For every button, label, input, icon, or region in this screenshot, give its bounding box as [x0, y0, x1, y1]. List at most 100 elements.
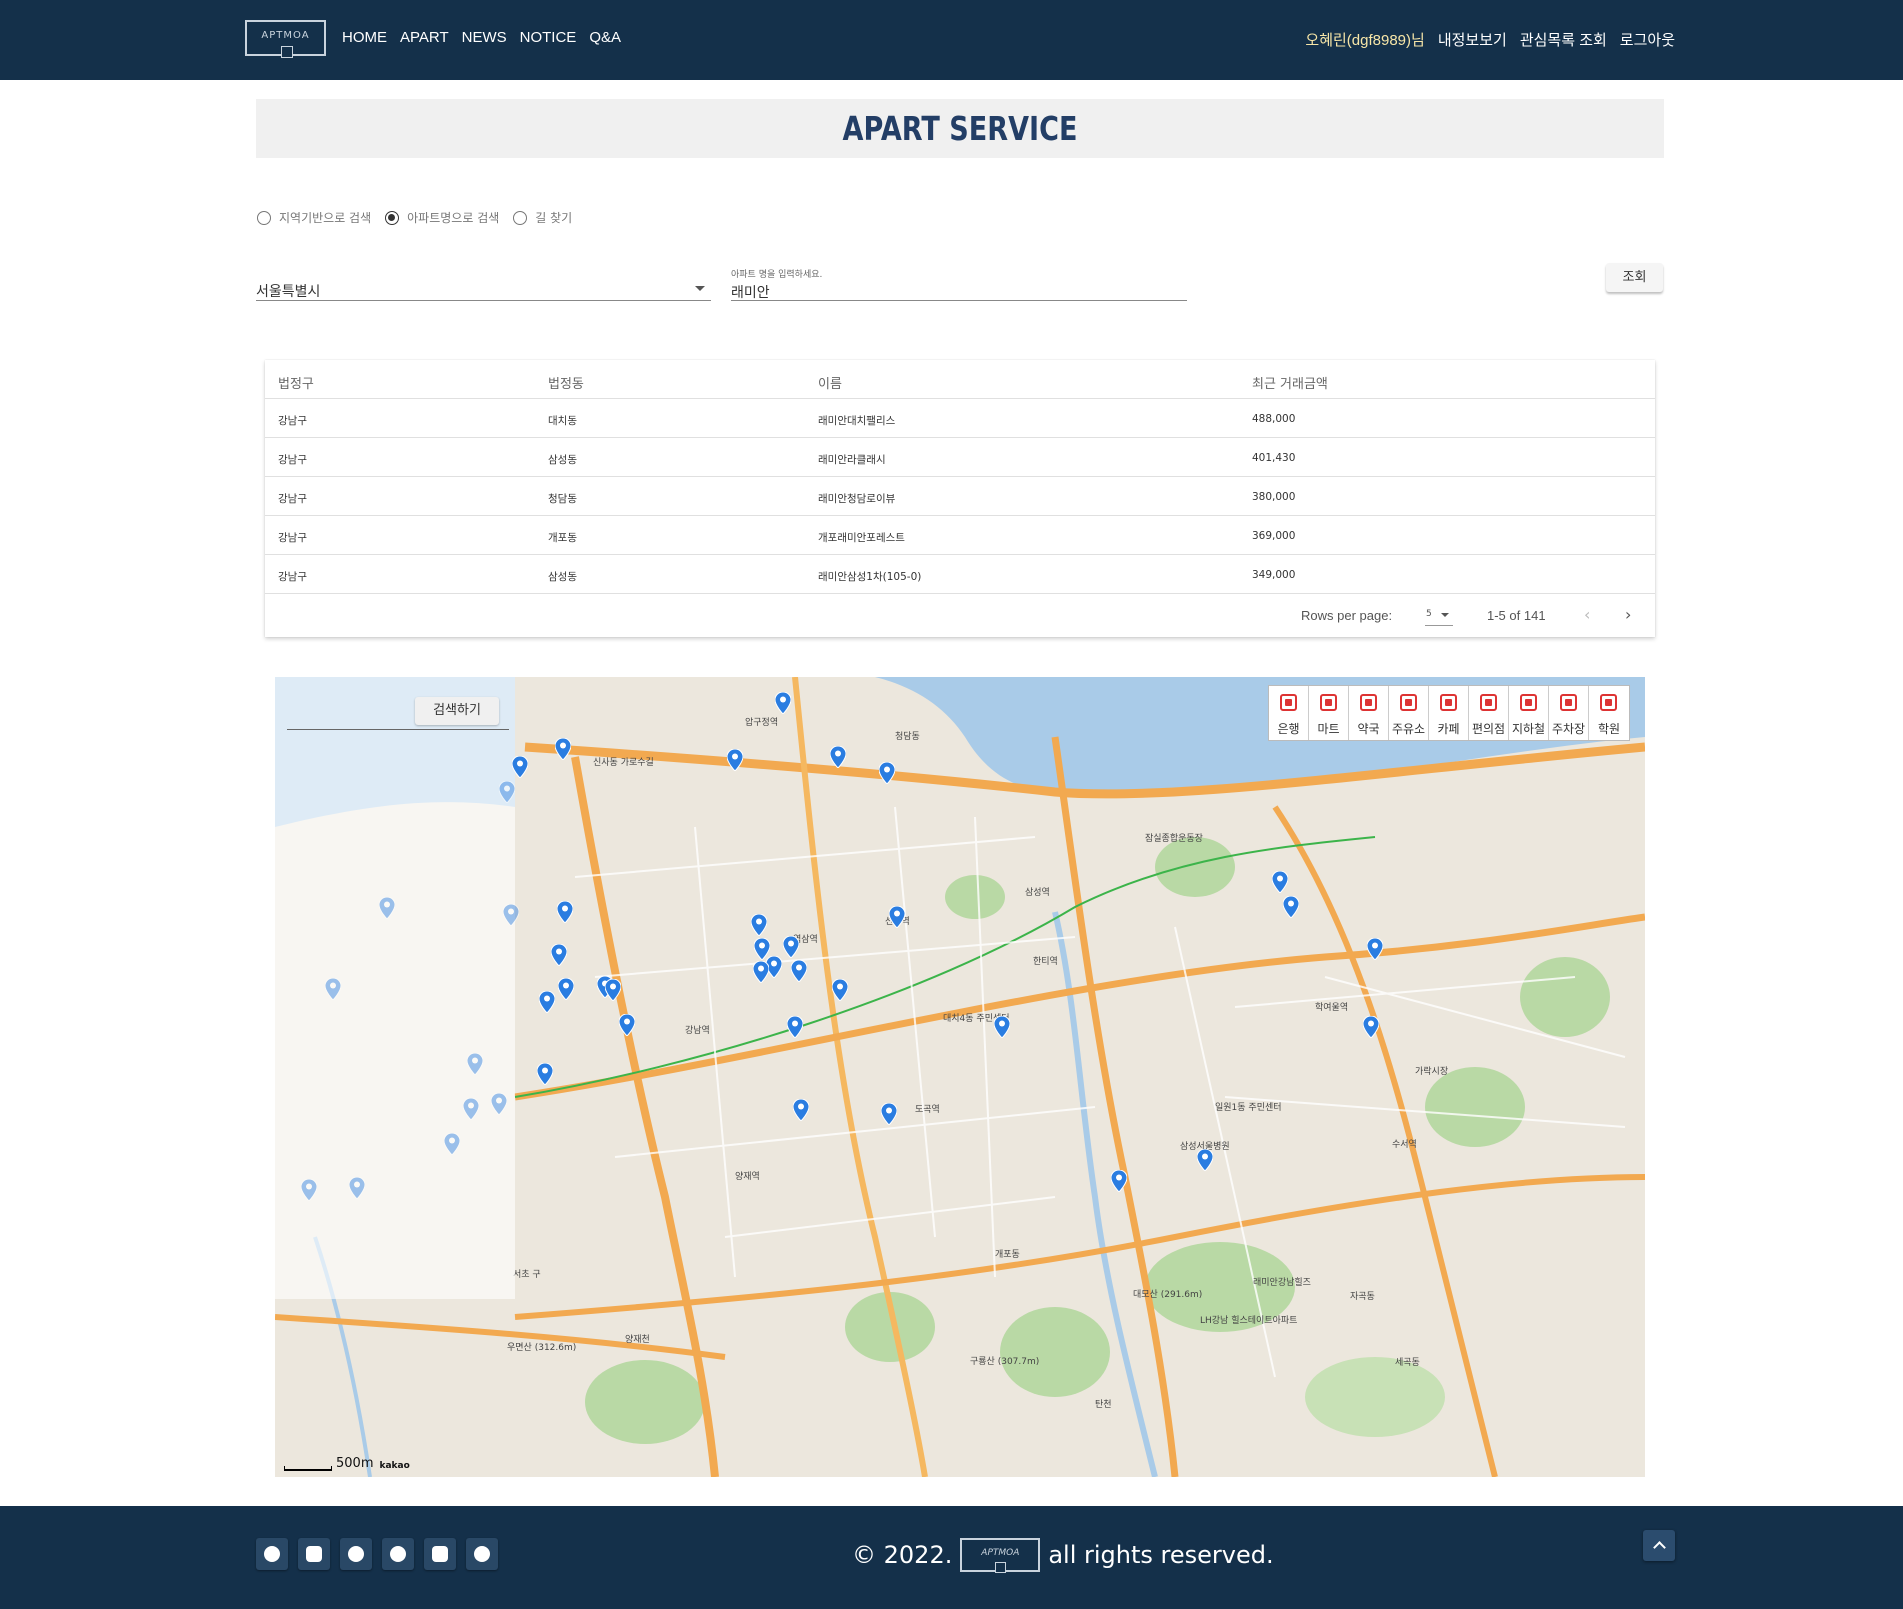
bank-icon: [1280, 694, 1297, 711]
map-search-input[interactable]: [287, 729, 509, 730]
radio-circle-checked[interactable]: [385, 210, 400, 225]
apartment-marker-icon[interactable]: [619, 1014, 635, 1036]
apartment-marker-icon[interactable]: [753, 961, 769, 983]
apartment-marker-icon[interactable]: [889, 906, 905, 928]
apartment-marker-icon[interactable]: [605, 979, 621, 1001]
table-row[interactable]: 강남구 삼성동 래미안라클래시 401,430: [265, 438, 1655, 477]
radio-circle[interactable]: [513, 210, 528, 225]
table-row[interactable]: 강남구 청담동 래미안청담로이뷰 380,000: [265, 477, 1655, 516]
instagram-icon[interactable]: [298, 1538, 330, 1570]
apartment-marker-icon[interactable]: [793, 1099, 809, 1121]
rows-per-page-select[interactable]: 5: [1425, 604, 1453, 626]
my-info-link[interactable]: 내정보보기: [1438, 29, 1507, 50]
apartment-marker-icon[interactable]: [349, 1177, 365, 1199]
cell-name: 개포래미안포레스트: [818, 532, 905, 544]
category-cafe[interactable]: 카페: [1429, 686, 1469, 740]
table-header: 법정구 법정동 이름 최근 거래금액: [265, 360, 1655, 399]
apartment-marker-icon[interactable]: [1111, 1170, 1127, 1192]
apartment-marker-icon[interactable]: [558, 978, 574, 1000]
map-search-button[interactable]: 검색하기: [415, 697, 499, 725]
favorites-link[interactable]: 관심목록 조회: [1520, 29, 1607, 50]
footer-logo-text: APTMOA: [981, 1548, 1020, 1558]
nav-notice[interactable]: NOTICE: [520, 29, 577, 46]
apartment-marker-icon[interactable]: [499, 781, 515, 803]
apartment-marker-icon[interactable]: [727, 749, 743, 771]
category-gas-station[interactable]: 주유소: [1389, 686, 1429, 740]
apartment-marker-icon[interactable]: [783, 936, 799, 958]
category-academy[interactable]: 학원: [1589, 686, 1629, 740]
scroll-to-top-button[interactable]: [1643, 1530, 1675, 1561]
apartment-marker-icon[interactable]: [491, 1093, 507, 1115]
chevron-right-icon[interactable]: ›: [1625, 605, 1631, 624]
apartment-marker-icon[interactable]: [444, 1133, 460, 1155]
category-pharmacy[interactable]: 약국: [1349, 686, 1389, 740]
radio-apt-name-search[interactable]: 아파트명으로 검색: [385, 209, 499, 226]
apartment-marker-icon[interactable]: [787, 1016, 803, 1038]
query-button[interactable]: 조회: [1606, 263, 1663, 292]
category-bank[interactable]: 은행: [1269, 686, 1309, 740]
apartment-marker-icon[interactable]: [503, 904, 519, 926]
kakao-map[interactable]: 은행 마트 약국 주유소 카페 편의점 지하철 주차장 학원 신사동 가로수길 …: [275, 677, 1645, 1477]
column-header-name[interactable]: 이름: [818, 373, 842, 392]
apartment-marker-icon[interactable]: [994, 1016, 1010, 1038]
apartment-marker-icon[interactable]: [539, 991, 555, 1013]
apartment-marker-icon[interactable]: [1272, 871, 1288, 893]
category-mart[interactable]: 마트: [1309, 686, 1349, 740]
site-logo[interactable]: APTMOA: [245, 20, 326, 58]
nav-apart[interactable]: APART: [400, 29, 449, 46]
nav-home[interactable]: HOME: [342, 29, 387, 46]
apartment-marker-icon[interactable]: [791, 960, 807, 982]
apartment-marker-icon[interactable]: [1363, 1016, 1379, 1038]
nav-news[interactable]: NEWS: [462, 29, 507, 46]
apartment-marker-icon[interactable]: [551, 944, 567, 966]
category-subway[interactable]: 지하철: [1509, 686, 1549, 740]
building-icon: [995, 1562, 1007, 1573]
nav-qna[interactable]: Q&A: [589, 29, 621, 46]
apartment-marker-icon[interactable]: [1367, 938, 1383, 960]
table-row[interactable]: 강남구 삼성동 래미안삼성1차(105-0) 349,000: [265, 555, 1655, 594]
apartment-marker-icon[interactable]: [751, 914, 767, 936]
apartment-marker-icon[interactable]: [830, 746, 846, 768]
table-row[interactable]: 강남구 대치동 래미안대치팰리스 488,000: [265, 399, 1655, 438]
radio-region-search[interactable]: 지역기반으로 검색: [257, 209, 371, 226]
radio-circle[interactable]: [257, 210, 271, 225]
city-select[interactable]: 서울특별시: [256, 268, 711, 301]
apartment-marker-icon[interactable]: [379, 897, 395, 919]
apartment-marker-icon[interactable]: [537, 1063, 553, 1085]
pharmacy-icon: [1360, 694, 1377, 711]
place-category-bar: 은행 마트 약국 주유소 카페 편의점 지하철 주차장 학원: [1268, 685, 1630, 741]
apartment-marker-icon[interactable]: [879, 762, 895, 784]
twitter-icon[interactable]: [256, 1538, 288, 1570]
column-header-price[interactable]: 최근 거래금액: [1252, 373, 1328, 392]
apartment-marker-icon[interactable]: [1197, 1149, 1213, 1171]
column-header-dong[interactable]: 법정동: [548, 373, 584, 392]
facebook-icon[interactable]: [340, 1538, 372, 1570]
discord-icon[interactable]: [424, 1538, 456, 1570]
apt-name-input[interactable]: 아파트 명을 입력하세요. 래미안: [731, 264, 1187, 301]
category-parking[interactable]: 주차장: [1549, 686, 1589, 740]
user-name: 오혜린(dgf8989)님: [1305, 32, 1425, 49]
category-convenience-store[interactable]: 편의점: [1469, 686, 1509, 740]
chevron-left-icon[interactable]: ‹: [1584, 605, 1590, 624]
map-label: 도곡역: [915, 1105, 940, 1115]
apartment-marker-icon[interactable]: [832, 979, 848, 1001]
apartment-marker-icon[interactable]: [467, 1053, 483, 1075]
table-row[interactable]: 강남구 개포동 개포래미안포레스트 369,000: [265, 516, 1655, 555]
city-select-value: 서울특별시: [256, 284, 321, 300]
page-title-banner: APART SERVICE: [256, 99, 1664, 158]
apartment-marker-icon[interactable]: [555, 738, 571, 760]
pinterest-icon[interactable]: [466, 1538, 498, 1570]
apartment-marker-icon[interactable]: [463, 1098, 479, 1120]
apartment-marker-icon[interactable]: [1283, 896, 1299, 918]
apartment-marker-icon[interactable]: [512, 756, 528, 778]
reddit-icon[interactable]: [382, 1538, 414, 1570]
map-label: 서초 구: [513, 1270, 541, 1280]
radio-route-search[interactable]: 길 찾기: [513, 209, 572, 226]
logout-link[interactable]: 로그아웃: [1620, 29, 1675, 50]
apartment-marker-icon[interactable]: [325, 978, 341, 1000]
apartment-marker-icon[interactable]: [557, 901, 573, 923]
apartment-marker-icon[interactable]: [881, 1103, 897, 1125]
apartment-marker-icon[interactable]: [775, 692, 791, 714]
apartment-marker-icon[interactable]: [301, 1179, 317, 1201]
column-header-gu[interactable]: 법정구: [278, 373, 314, 392]
